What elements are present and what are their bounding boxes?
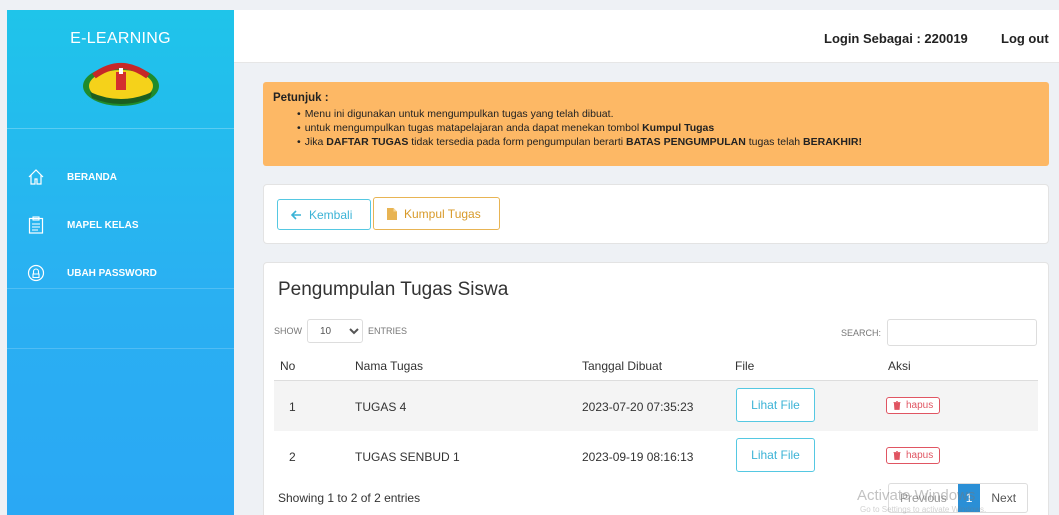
submission-table-card: Pengumpulan Tugas Siswa SHOW 10 ENTRIES … — [263, 262, 1049, 515]
search-control: SEARCH: — [841, 319, 1038, 346]
search-input[interactable] — [887, 319, 1038, 346]
sidebar-item-mapel-kelas[interactable]: MAPEL KELAS — [7, 201, 234, 249]
lock-circle-icon — [26, 263, 46, 283]
view-file-button[interactable]: Lihat File — [736, 388, 815, 422]
view-file-button[interactable]: Lihat File — [736, 438, 815, 472]
brand-title: E-LEARNING — [70, 30, 171, 47]
topbar: Login Sebagai : 220019 Log out — [234, 10, 1059, 63]
column-header[interactable]: Tanggal Dibuat — [582, 359, 662, 373]
page-1-button[interactable]: 1 — [957, 484, 981, 512]
alert-line: Jika DAFTAR TUGAS tidak tersedia pada fo… — [297, 135, 1039, 149]
back-button[interactable]: Kembali — [277, 199, 371, 230]
column-header[interactable]: File — [735, 359, 754, 373]
pagination: Previous 1 Next — [888, 483, 1029, 513]
column-header[interactable]: No — [280, 359, 295, 373]
column-header[interactable]: Nama Tugas — [355, 359, 423, 373]
entries-select[interactable]: 10 — [307, 319, 363, 343]
delete-button[interactable]: hapus — [886, 447, 941, 464]
sidebar: E-LEARNING BERANDA MAPEL KELAS UBAH PASS… — [7, 10, 234, 515]
column-header[interactable]: Aksi — [888, 359, 911, 373]
trash-icon — [893, 401, 901, 410]
clipboard-icon — [26, 215, 46, 235]
login-status: Login Sebagai : 220019 — [824, 31, 968, 46]
instruction-alert: Petunjuk : Menu ini digunakan untuk meng… — [263, 82, 1049, 166]
arrow-left-icon — [291, 209, 302, 220]
sidebar-item-ubah-password[interactable]: UBAH PASSWORD — [7, 249, 234, 297]
sidebar-item-label: MAPEL KELAS — [67, 219, 139, 231]
page-title: Pengumpulan Tugas Siswa — [278, 279, 509, 300]
table-row: 2 TUGAS SENBUD 1 2023-09-19 08:16:13 Lih… — [274, 431, 1038, 481]
delete-button[interactable]: hapus — [886, 397, 941, 414]
sidebar-item-label: BERANDA — [67, 171, 117, 183]
sidebar-item-label: UBAH PASSWORD — [67, 267, 157, 279]
action-card: Kembali Kumpul Tugas — [263, 184, 1049, 244]
alert-line: untuk mengumpulkan tugas matapelajaran a… — [297, 121, 1039, 135]
previous-page-button[interactable]: Previous — [889, 484, 958, 512]
next-page-button[interactable]: Next — [980, 484, 1027, 512]
submit-task-button[interactable]: Kumpul Tugas — [373, 197, 500, 230]
home-icon — [26, 167, 46, 187]
table-info: Showing 1 to 2 of 2 entries — [278, 491, 421, 505]
alert-line: Menu ini digunakan untuk mengumpulkan tu… — [297, 107, 1039, 121]
entries-control: SHOW 10 ENTRIES — [274, 319, 407, 343]
trash-icon — [893, 451, 901, 460]
sidebar-nav: BERANDA MAPEL KELAS UBAH PASSWORD — [7, 153, 234, 297]
logout-link[interactable]: Log out — [1001, 31, 1049, 46]
alert-title: Petunjuk : — [273, 92, 329, 104]
sidebar-item-beranda[interactable]: BERANDA — [7, 153, 234, 201]
table-row: 1 TUGAS 4 2023-07-20 07:35:23 Lihat File… — [274, 381, 1038, 431]
school-logo — [80, 62, 162, 108]
file-icon — [387, 207, 397, 220]
